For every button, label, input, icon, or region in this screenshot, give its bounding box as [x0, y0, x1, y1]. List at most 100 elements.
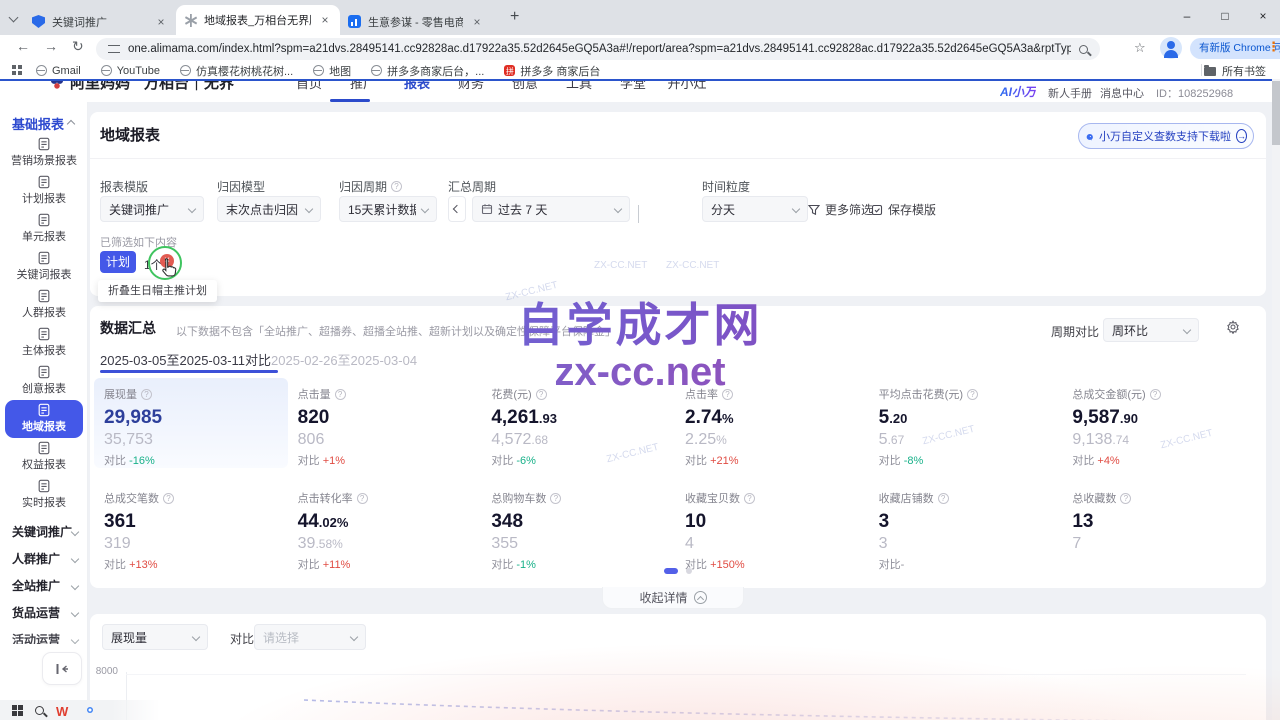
help-icon[interactable]: ?: [938, 493, 949, 504]
help-icon[interactable]: ?: [335, 389, 346, 400]
help-icon[interactable]: ?: [1150, 389, 1161, 400]
sidebar-item[interactable]: 关键词报表: [0, 248, 88, 286]
browser-tab[interactable]: 生意参谋 - 零售电商大数据产... ×: [340, 8, 492, 35]
metric-card[interactable]: 收藏店铺数? 3 3 对比-: [869, 482, 1063, 572]
sidebar-item[interactable]: 创意报表: [0, 362, 88, 400]
bookmark-item[interactable]: 拼多多 商家后台: [504, 63, 600, 79]
nav-item[interactable]: 首页: [282, 81, 336, 92]
metric-card[interactable]: 平均点击花费(元)? 5.20 5.67 对比 -8%: [869, 378, 1063, 468]
sidebar-item[interactable]: 地域报表: [5, 400, 83, 438]
help-icon[interactable]: ?: [967, 389, 978, 400]
sidebar-item[interactable]: 实时报表: [0, 476, 88, 514]
wps-app-icon[interactable]: W: [56, 703, 71, 718]
nav-item[interactable]: 工具: [552, 81, 606, 92]
metric-card[interactable]: 收藏宝贝数? 10 4 对比 +150%: [675, 482, 869, 572]
help-icon[interactable]: ?: [550, 493, 561, 504]
metric-card[interactable]: 点击转化率? 44.02% 39.58% 对比 +11%: [288, 482, 482, 572]
sidebar-item[interactable]: 主体报表: [0, 324, 88, 362]
tab-close-icon[interactable]: ×: [318, 13, 332, 27]
metric-card[interactable]: 总收藏数? 13 7: [1062, 482, 1256, 572]
bookmark-star-icon[interactable]: ☆: [1134, 40, 1146, 56]
forward-button[interactable]: →: [44, 38, 58, 54]
help-icon[interactable]: ?: [744, 493, 755, 504]
chart-metric-select[interactable]: 展现量: [102, 624, 208, 650]
help-icon[interactable]: ?: [1120, 493, 1131, 504]
reload-button[interactable]: ↻: [72, 38, 84, 55]
metric-card[interactable]: 点击率? 2.74% 2.25% 对比 +21%: [675, 378, 869, 468]
taskbar-search-icon[interactable]: [35, 706, 44, 715]
nav-item[interactable]: 推广: [336, 81, 390, 92]
metric-card[interactable]: 总成交金额(元)? 9,587.90 9,138.74 对比 +4%: [1062, 378, 1256, 468]
next-period-button[interactable]: [638, 206, 639, 224]
ai-assistant-button[interactable]: AI小万: [1000, 83, 1036, 100]
bookmark-item[interactable]: 仿真樱花树桃花树...: [180, 63, 293, 79]
address-bar[interactable]: one.alimama.com/index.html?spm=a21dvs.28…: [96, 38, 1100, 60]
sidebar-collapse-button[interactable]: [42, 652, 82, 685]
help-icon[interactable]: ?: [163, 493, 174, 504]
bookmark-item[interactable]: 拼多多商家后台，...: [371, 63, 484, 79]
save-template-button[interactable]: 保存模版: [871, 201, 936, 218]
sidebar-group[interactable]: 人群推广: [0, 549, 88, 576]
newbie-guide-link[interactable]: 新人手册: [1048, 85, 1092, 101]
nav-item[interactable]: 财务: [444, 81, 498, 92]
help-icon[interactable]: ?: [722, 389, 733, 400]
attribution-model-select[interactable]: 末次点击归因: [217, 196, 321, 222]
date-range-tab[interactable]: 2025-03-05至2025-03-11对比2025-02-26至2025-0…: [100, 350, 417, 369]
metric-card[interactable]: 总成交笔数? 361 319 对比 +13%: [94, 482, 288, 572]
page-dot-active[interactable]: [664, 568, 678, 574]
help-icon[interactable]: ?: [536, 389, 547, 400]
page-dot[interactable]: [686, 568, 692, 574]
back-button[interactable]: ←: [16, 38, 30, 54]
sidebar-group[interactable]: 活动运营: [0, 630, 88, 644]
report-template-select[interactable]: 关键词推广: [100, 196, 204, 222]
sidebar-item[interactable]: 人群报表: [0, 286, 88, 324]
site-settings-icon[interactable]: [108, 45, 120, 53]
zoom-icon[interactable]: [1079, 45, 1088, 54]
metric-card[interactable]: 点击量? 820 806 对比 +1%: [288, 378, 482, 468]
bookmark-item[interactable]: YouTube: [101, 65, 160, 77]
period-compare-select[interactable]: 周环比: [1103, 318, 1199, 342]
prev-period-button[interactable]: [448, 196, 466, 222]
window-minimize-button[interactable]: –: [1168, 0, 1206, 34]
time-granularity-select[interactable]: 分天: [702, 196, 808, 222]
sidebar-item[interactable]: 营销场景报表: [0, 134, 88, 172]
bookmark-item[interactable]: Gmail: [36, 65, 81, 77]
metric-card[interactable]: 展现量? 29,985 35,753 对比 -16%: [94, 378, 288, 468]
date-range-select[interactable]: 过去 7 天: [472, 196, 630, 222]
chevron-up-icon[interactable]: [67, 120, 75, 128]
scrollbar-thumb[interactable]: [1272, 81, 1280, 145]
all-bookmarks-button[interactable]: 所有书签: [1204, 63, 1266, 79]
profile-avatar[interactable]: [1160, 37, 1182, 59]
sidebar-item[interactable]: 权益报表: [0, 438, 88, 476]
browser-tab[interactable]: 地域报表_万相台无界版 ×: [176, 5, 340, 35]
more-filters-button[interactable]: 更多筛选: [808, 201, 873, 218]
help-icon[interactable]: ?: [391, 181, 402, 192]
windows-start-icon[interactable]: [12, 705, 23, 716]
sidebar-group[interactable]: 关键词推广: [0, 522, 88, 549]
window-maximize-button[interactable]: □: [1206, 0, 1244, 34]
help-icon[interactable]: ?: [141, 389, 152, 400]
sidebar-section-title[interactable]: 基础报表: [12, 114, 64, 133]
new-tab-button[interactable]: +: [510, 8, 519, 26]
sidebar-item[interactable]: 单元报表: [0, 210, 88, 248]
page-scrollbar[interactable]: [1272, 79, 1280, 720]
url-text[interactable]: one.alimama.com/index.html?spm=a21dvs.28…: [128, 43, 1071, 55]
browser-menu-icon[interactable]: ⋮: [1267, 39, 1280, 55]
apps-grid-icon[interactable]: [12, 65, 22, 75]
collapse-details-button[interactable]: 收起详情: [602, 587, 744, 609]
bookmark-item[interactable]: 地图: [313, 63, 351, 79]
tab-search-icon[interactable]: [9, 13, 19, 23]
window-close-button[interactable]: ×: [1244, 0, 1280, 34]
sidebar-group[interactable]: 全站推广: [0, 576, 88, 603]
tab-close-icon[interactable]: ×: [154, 15, 168, 29]
plan-filter-chip[interactable]: 计划: [100, 251, 136, 273]
nav-item[interactable]: 报表: [390, 81, 444, 92]
nav-item[interactable]: 开小灶: [660, 81, 714, 92]
help-icon[interactable]: ?: [357, 493, 368, 504]
nav-item[interactable]: 学堂: [606, 81, 660, 92]
settings-gear-icon[interactable]: [1226, 320, 1240, 339]
message-center-link[interactable]: 消息中心: [1100, 85, 1144, 101]
tab-close-icon[interactable]: ×: [470, 15, 484, 29]
chart-compare-select[interactable]: 请选择: [254, 624, 366, 650]
chrome-app-icon[interactable]: [83, 703, 98, 718]
